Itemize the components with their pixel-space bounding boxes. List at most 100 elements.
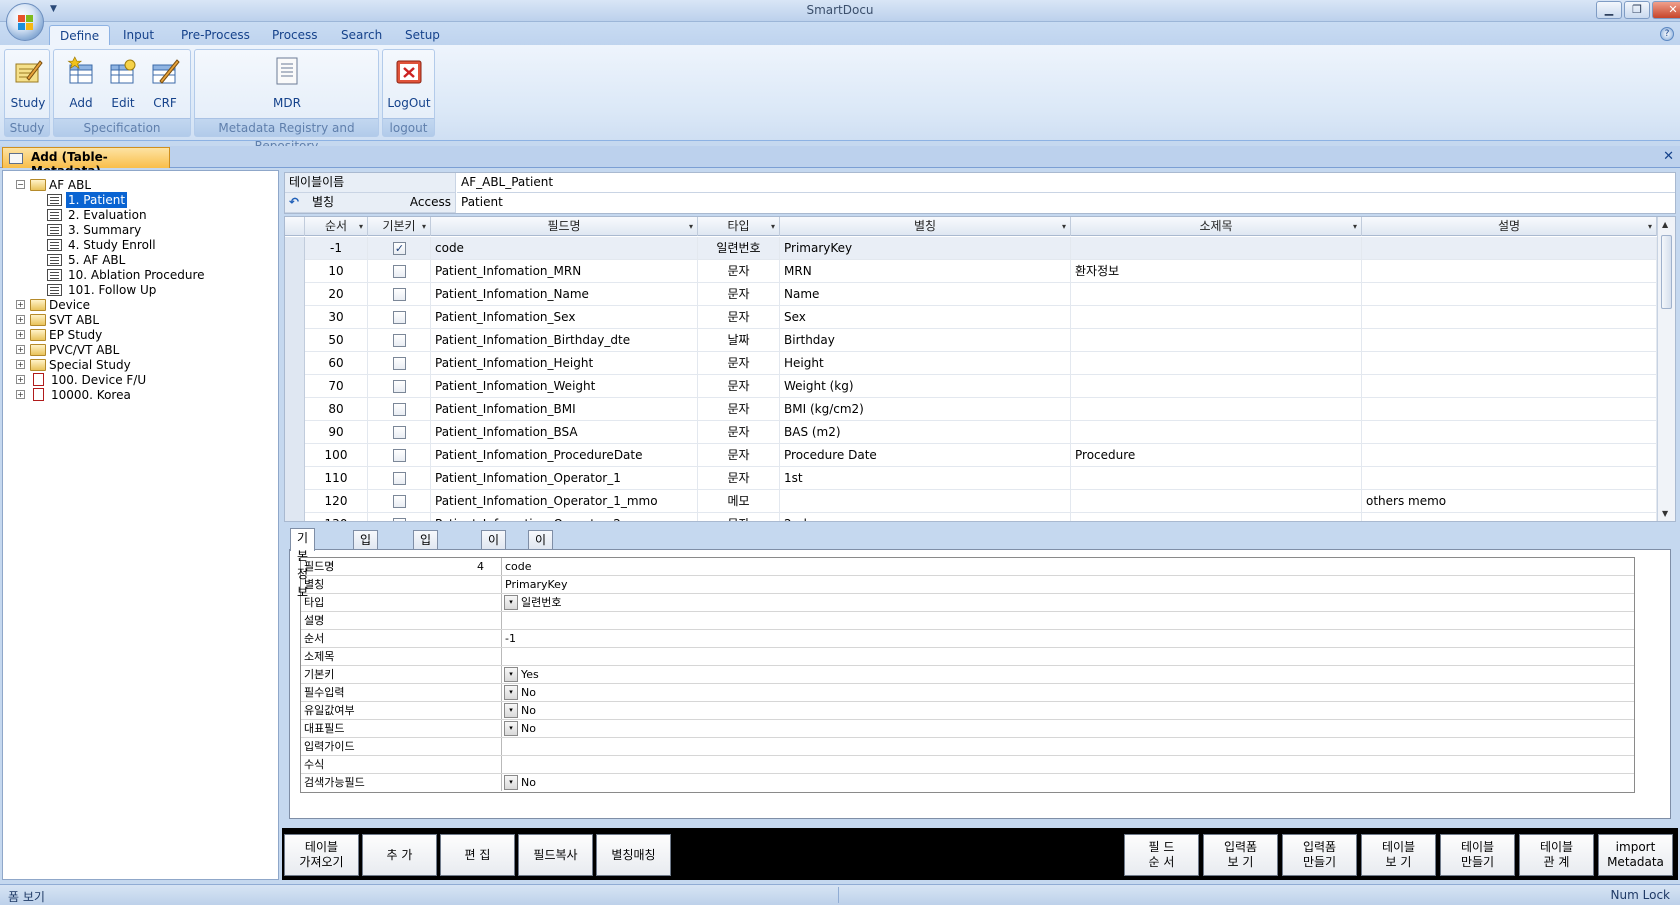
dropdown-icon[interactable]: ▾ <box>504 703 518 718</box>
cell-description[interactable] <box>1362 306 1657 329</box>
dropdown-icon[interactable]: ▾ <box>689 217 693 236</box>
cell-type[interactable]: 문자 <box>698 260 780 283</box>
cell-order[interactable]: 30 <box>305 306 368 329</box>
table-row[interactable]: 10 Patient_Infomation_MRN 문자 MRN 환자정보 <box>285 260 1657 283</box>
primary-key-checkbox[interactable] <box>393 265 406 278</box>
cell-description[interactable] <box>1362 237 1657 260</box>
close-document-icon[interactable]: ✕ <box>1663 149 1674 164</box>
cell-type[interactable]: 문자 <box>698 306 780 329</box>
table-relations-button[interactable]: 테이블 관 계 <box>1519 834 1594 876</box>
tab-input[interactable]: Input <box>113 25 164 46</box>
cell-alias[interactable]: 1st <box>780 467 1071 490</box>
primary-key-checkbox[interactable] <box>393 449 406 462</box>
cell-subtitle[interactable] <box>1071 467 1362 490</box>
table-row[interactable]: 130 Patient_Infomation_Operator_2문자2nd <box>285 513 1657 521</box>
cell-subtitle[interactable] <box>1071 398 1362 421</box>
cell-alias[interactable]: BAS (m2) <box>780 421 1071 444</box>
cell-order[interactable]: 100 <box>305 444 368 467</box>
cell-order[interactable]: 120 <box>305 490 368 513</box>
import-metadata-button[interactable]: import Metadata <box>1598 834 1673 876</box>
row-selector[interactable] <box>285 490 305 513</box>
expand-icon[interactable]: + <box>16 315 25 324</box>
cell-field-name[interactable]: Patient_Infomation_BMI <box>431 398 698 421</box>
alias-input[interactable]: Patient <box>457 193 1675 213</box>
tab-pre-process[interactable]: Pre-Process <box>171 25 260 46</box>
add-field-button[interactable]: 추 가 <box>362 834 437 876</box>
primary-key-checkbox[interactable] <box>393 403 406 416</box>
import-table-button[interactable]: 테이블 가져오기 <box>284 834 359 876</box>
column-header-desc[interactable]: 설명 ▾ <box>1362 217 1657 236</box>
help-icon[interactable]: ? <box>1660 27 1674 41</box>
cell-alias[interactable]: MRN <box>780 260 1071 283</box>
property-value[interactable] <box>503 612 1634 629</box>
collapse-icon[interactable]: − <box>16 180 25 189</box>
row-selector[interactable] <box>285 283 305 306</box>
tab-define[interactable]: Define <box>49 25 111 46</box>
create-table-button[interactable]: 테이블 만들기 <box>1440 834 1515 876</box>
property-value[interactable]: ▾ No <box>503 684 1634 701</box>
cell-order[interactable]: 50 <box>305 329 368 352</box>
cell-alias[interactable]: Procedure Date <box>780 444 1071 467</box>
cell-alias[interactable] <box>780 490 1071 513</box>
cell-field-name[interactable]: Patient_Infomation_ProcedureDate <box>431 444 698 467</box>
table-row[interactable]: 80 Patient_Infomation_BMI 문자 BMI (kg/cm2) <box>285 398 1657 421</box>
row-selector[interactable] <box>285 467 305 490</box>
cell-order[interactable]: 90 <box>305 421 368 444</box>
cell-order[interactable]: 60 <box>305 352 368 375</box>
cell-description[interactable]: others memo <box>1362 490 1657 513</box>
row-selector[interactable] <box>285 329 305 352</box>
primary-key-checkbox[interactable] <box>393 288 406 301</box>
cell-order[interactable]: -1 <box>305 237 368 260</box>
cell-subtitle[interactable] <box>1071 352 1362 375</box>
row-selector[interactable] <box>285 375 305 398</box>
primary-key-checkbox[interactable] <box>393 426 406 439</box>
cell-description[interactable] <box>1362 467 1657 490</box>
cell-order[interactable]: 20 <box>305 283 368 306</box>
cell-type[interactable]: 날짜 <box>698 329 780 352</box>
table-row[interactable]: 20 Patient_Infomation_Name 문자 Name <box>285 283 1657 306</box>
tab-image[interactable]: 이미지 <box>481 530 507 583</box>
tab-search[interactable]: Search <box>331 25 392 46</box>
cell-description[interactable] <box>1362 352 1657 375</box>
cell-type[interactable]: 문자 <box>698 375 780 398</box>
cell-field-name[interactable]: Patient_Infomation_Height <box>431 352 698 375</box>
dropdown-icon[interactable]: ▾ <box>504 721 518 736</box>
scroll-down-icon[interactable]: ▼ <box>1662 509 1668 518</box>
cell-description[interactable] <box>1362 329 1657 352</box>
dropdown-icon[interactable]: ▾ <box>504 685 518 700</box>
cell-order[interactable]: 70 <box>305 375 368 398</box>
expand-icon[interactable]: + <box>16 300 25 309</box>
dropdown-icon[interactable]: ▾ <box>504 595 518 610</box>
cell-alias[interactable]: PrimaryKey <box>780 237 1071 260</box>
cell-alias[interactable]: Birthday <box>780 329 1071 352</box>
close-window-button[interactable]: ✕ <box>1652 1 1680 19</box>
table-row[interactable]: 50 Patient_Infomation_Birthday_dte 날짜 Birth… <box>285 329 1657 352</box>
primary-key-checkbox[interactable] <box>393 311 406 324</box>
cell-subtitle[interactable] <box>1071 513 1362 521</box>
cell-alias[interactable]: Height <box>780 352 1071 375</box>
dropdown-icon[interactable]: ▾ <box>1353 217 1357 236</box>
cell-subtitle[interactable] <box>1071 421 1362 444</box>
dropdown-icon[interactable]: ▾ <box>504 667 518 682</box>
table-row[interactable]: 60 Patient_Infomation_Height 문자 Height <box>285 352 1657 375</box>
scroll-thumb[interactable] <box>1661 235 1672 309</box>
edit-field-button[interactable]: 편 집 <box>440 834 515 876</box>
alias-matching-button[interactable]: 별칭매칭 <box>596 834 671 876</box>
maximize-button[interactable]: ❐ <box>1624 1 1650 19</box>
column-header-type[interactable]: 타입 ▾ <box>698 217 780 236</box>
cell-field-name[interactable]: Patient_Infomation_Sex <box>431 306 698 329</box>
primary-key-checkbox[interactable] <box>393 334 406 347</box>
property-value[interactable]: code <box>503 558 1634 575</box>
primary-key-checkbox[interactable]: ✓ <box>393 242 406 255</box>
table-row[interactable]: -1 ✓ code 일련번호 PrimaryKey <box>285 237 1657 260</box>
cell-type[interactable]: 문자 <box>698 352 780 375</box>
cell-field-name[interactable]: Patient_Infomation_Operator_1 <box>431 467 698 490</box>
add-button[interactable]: Add <box>61 54 101 118</box>
property-value[interactable] <box>503 648 1634 665</box>
table-row[interactable]: 120 Patient_Infomation_Operator_1_mmo 메모 ot… <box>285 490 1657 513</box>
column-header-order[interactable]: 순서 ▾ <box>305 217 368 236</box>
tab-process[interactable]: Process <box>262 25 328 46</box>
cell-field-name[interactable]: Patient_Infomation_BSA <box>431 421 698 444</box>
row-selector[interactable] <box>285 513 305 521</box>
property-value[interactable]: ▾ No <box>503 720 1634 737</box>
